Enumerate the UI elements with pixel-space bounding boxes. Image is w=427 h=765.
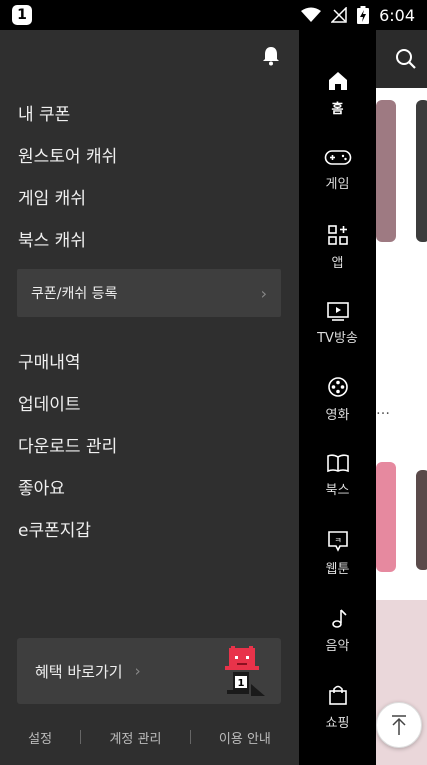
background-app: … [376, 30, 427, 765]
arrow-up-icon [392, 715, 406, 735]
navigation-drawer: 내 쿠폰 원스토어 캐쉬 게임 캐쉬 북스 캐쉬 쿠폰/캐쉬 등록 › 구매내역… [0, 30, 299, 765]
svg-text:ㅋ: ㅋ [334, 536, 341, 545]
menu-item-purchase-history[interactable]: 구매내역 [18, 350, 117, 392]
divider [189, 730, 191, 744]
nav-item-game[interactable]: 게임 [299, 147, 376, 207]
apps-icon [327, 225, 348, 245]
menu-item-game-cash[interactable]: 게임 캐쉬 [18, 186, 117, 228]
nav-label: 웹툰 [325, 562, 350, 577]
search-icon[interactable] [395, 48, 417, 70]
nav-item-home[interactable]: 홈 [299, 70, 376, 130]
usage-guide-link[interactable]: 이용 안내 [219, 728, 271, 747]
menu-item-books-cash[interactable]: 북스 캐쉬 [18, 228, 117, 270]
nav-item-books[interactable]: 북스 [299, 453, 376, 513]
nav-label: 게임 [325, 177, 350, 192]
music-note-icon [331, 609, 347, 628]
nav-item-webtoon[interactable]: ㅋ 웹툰 [299, 530, 376, 590]
content-card[interactable] [416, 100, 427, 242]
settings-link[interactable]: 설정 [28, 728, 52, 747]
drawer-footer: 설정 계정 관리 이용 안내 [0, 722, 299, 752]
mascot-icon: 1 [225, 646, 265, 696]
gamepad-icon [324, 150, 351, 165]
menu-item-my-coupon[interactable]: 내 쿠폰 [18, 102, 117, 144]
background-top-bar [376, 30, 427, 88]
nav-item-tv[interactable]: TV방송 [299, 301, 376, 361]
purchase-menu: 구매내역 업데이트 다운로드 관리 좋아요 e쿠폰지갑 [18, 350, 117, 560]
coupon-cash-register-button[interactable]: 쿠폰/캐쉬 등록 › [17, 269, 281, 317]
shopping-bag-icon [328, 685, 347, 705]
no-signal-icon [331, 7, 347, 23]
account-menu: 내 쿠폰 원스토어 캐쉬 게임 캐쉬 북스 캐쉬 [18, 102, 117, 270]
content-card[interactable] [376, 100, 396, 242]
tv-icon [326, 302, 349, 321]
book-icon [326, 454, 349, 473]
nav-label: 홈 [331, 102, 344, 117]
nav-label: 영화 [325, 408, 350, 423]
scroll-to-top-button[interactable] [376, 702, 422, 748]
bell-icon[interactable] [262, 46, 280, 66]
chevron-right-icon: › [260, 283, 267, 303]
nav-label: 쇼핑 [325, 716, 350, 731]
menu-item-likes[interactable]: 좋아요 [18, 476, 117, 518]
benefit-shortcut-button[interactable]: 혜택 바로가기 › 1 [17, 638, 281, 704]
webtoon-icon: ㅋ [327, 531, 348, 552]
benefit-button-label: 혜택 바로가기 [35, 662, 123, 681]
nav-item-shopping[interactable]: 쇼핑 [299, 684, 376, 744]
account-manage-link[interactable]: 계정 관리 [109, 728, 161, 747]
menu-item-update[interactable]: 업데이트 [18, 392, 117, 434]
menu-item-onestore-cash[interactable]: 원스토어 캐쉬 [18, 144, 117, 186]
category-side-nav: 홈 게임 앱 TV방송 영화 북스 ㅋ 웹툰 음악 쇼핑 [299, 30, 376, 765]
nav-item-music[interactable]: 음악 [299, 607, 376, 667]
content-card[interactable] [376, 462, 396, 572]
nav-item-movie[interactable]: 영화 [299, 376, 376, 436]
divider [80, 730, 82, 744]
truncated-text: … [376, 402, 390, 418]
nav-item-app[interactable]: 앱 [299, 224, 376, 284]
app-notification-badge: 1 [12, 5, 32, 25]
clock: 6:04 [379, 5, 415, 25]
menu-item-download-manage[interactable]: 다운로드 관리 [18, 434, 117, 476]
film-reel-icon [327, 377, 348, 397]
register-button-label: 쿠폰/캐쉬 등록 [31, 286, 118, 302]
content-card[interactable] [416, 470, 427, 570]
menu-item-ecoupon-wallet[interactable]: e쿠폰지갑 [18, 518, 117, 560]
nav-label: TV방송 [317, 331, 358, 346]
home-icon [328, 72, 347, 90]
wifi-icon [301, 7, 322, 22]
nav-label: 북스 [325, 483, 350, 498]
nav-label: 음악 [325, 639, 350, 654]
battery-charging-icon [357, 6, 370, 24]
status-bar: 1 6:04 [0, 0, 427, 30]
chevron-right-icon: › [134, 662, 141, 680]
mascot-badge-number: 1 [238, 678, 245, 689]
nav-label: 앱 [331, 256, 344, 271]
